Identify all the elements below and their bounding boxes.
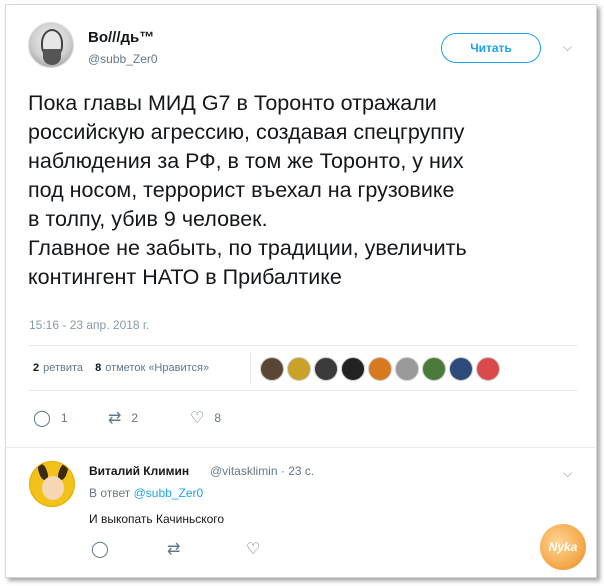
retweet-count: 2 [131,411,139,425]
heart-icon: ♡ [190,410,205,427]
reply-text: И выкопать Качиньского [89,512,225,526]
chevron-down-icon[interactable]: ⌵ [563,40,572,55]
in-reply-prefix: В ответ [89,486,131,500]
like-action[interactable]: ♡ [246,539,270,559]
tweet-timestamp[interactable]: 15:16 - 23 апр. 2018 г. [29,318,149,332]
author-handle[interactable]: @subb_Zer0 [88,52,158,66]
heart-icon: ♡ [246,541,261,558]
liker-avatar[interactable] [395,357,419,381]
follow-button[interactable]: Читать [441,33,541,63]
liker-avatar[interactable] [260,357,284,381]
stats-separator [250,352,251,384]
reply-icon: ◯ [91,541,109,558]
author-display-name[interactable]: Во///дь™ [88,29,154,46]
tweet-stats: 2 ретвита 8 отметок «Нравится» [33,362,209,374]
liker-avatar[interactable] [368,357,392,381]
likes-count[interactable]: 8 [95,362,101,374]
avatar-face-shape [42,476,64,500]
liker-avatar[interactable] [287,357,311,381]
in-reply-to: В ответ @subb_Zer0 [89,486,203,500]
reply-author-avatar[interactable] [29,461,75,507]
like-count: 8 [214,411,222,425]
divider [28,390,578,391]
liker-avatar[interactable] [422,357,446,381]
retweet-icon: ⇄ [108,410,122,427]
liker-avatar[interactable] [314,357,338,381]
reply-author-handle[interactable]: @vitasklimin · 23 с. [210,464,314,478]
divider [6,447,596,448]
likers-avatars [260,357,503,381]
retweet-action[interactable]: ⇄ 2 [108,408,138,428]
liker-avatar[interactable] [449,357,473,381]
reply-author-name[interactable]: Виталий Климин [89,464,189,478]
tweet-text: Пока главы МИД G7 в Торонто отражали рос… [28,91,467,289]
watermark-logo: Nyka [540,524,586,570]
retweets-label[interactable]: ретвита [43,362,83,374]
in-reply-handle-link[interactable]: @subb_Zer0 [134,486,204,500]
reply-count: 1 [60,411,68,425]
retweets-count[interactable]: 2 [33,362,39,374]
liker-avatar[interactable] [476,357,500,381]
liker-avatar[interactable] [341,357,365,381]
reply-action[interactable]: ◯ 1 [33,408,68,428]
chevron-down-icon[interactable]: ⌵ [563,466,572,481]
reply-action[interactable]: ◯ [91,539,119,559]
likes-label[interactable]: отметок «Нравится» [105,362,209,374]
divider [28,345,578,346]
author-avatar[interactable] [28,22,74,68]
retweet-icon: ⇄ [167,541,181,558]
avatar-beard-shape [43,49,61,65]
reply-icon: ◯ [33,410,51,427]
retweet-action[interactable]: ⇄ [167,539,190,559]
like-action[interactable]: ♡ 8 [190,408,221,428]
